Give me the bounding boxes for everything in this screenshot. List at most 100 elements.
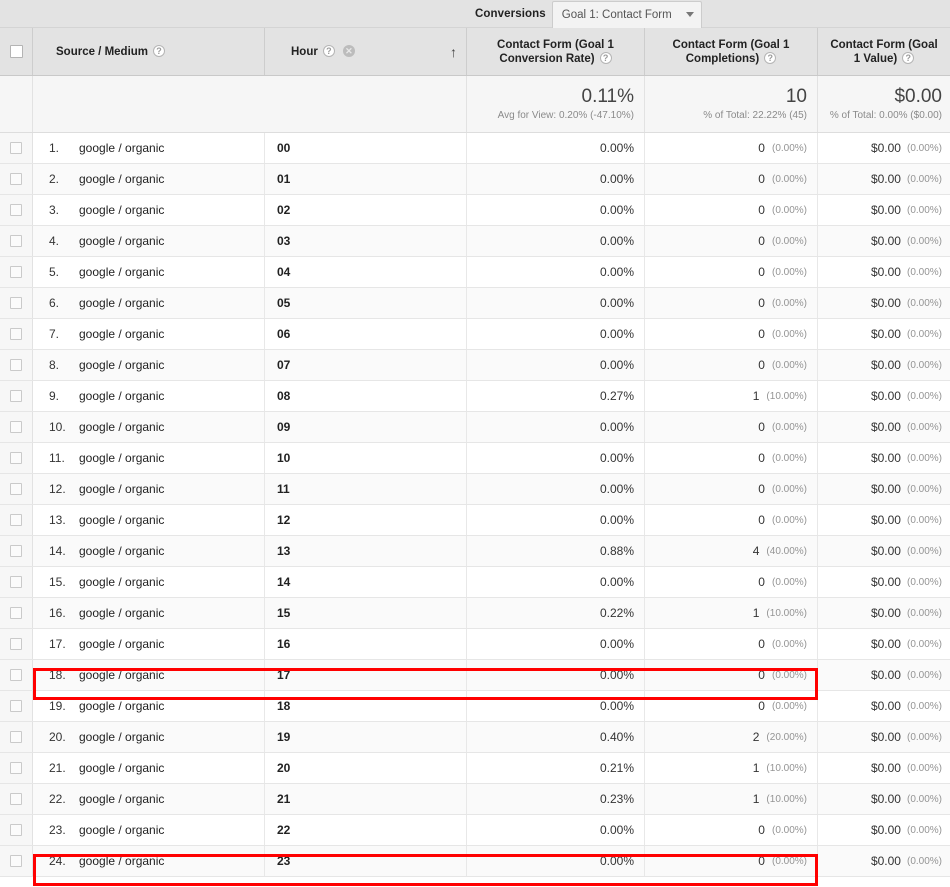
row-checkbox[interactable] bbox=[10, 173, 22, 185]
row-checkbox[interactable] bbox=[10, 855, 22, 867]
row-hour[interactable]: 08 bbox=[277, 389, 290, 403]
row-checkbox-cell[interactable] bbox=[0, 567, 33, 597]
row-hour[interactable]: 03 bbox=[277, 234, 290, 248]
row-hour[interactable]: 02 bbox=[277, 203, 290, 217]
column-header-source-medium[interactable]: Source / Medium? bbox=[33, 28, 265, 75]
row-hour[interactable]: 18 bbox=[277, 699, 290, 713]
table-row[interactable]: 4. google / organic 03 0.00% 0 (0.00%) $0.00 (0… bbox=[0, 226, 950, 257]
table-row[interactable]: 22. google / organic 21 0.23% 1 (10.00%) $0.00… bbox=[0, 784, 950, 815]
row-checkbox[interactable] bbox=[10, 576, 22, 588]
table-row[interactable]: 5. google / organic 04 0.00% 0 (0.00%) $0.00 (0… bbox=[0, 257, 950, 288]
row-checkbox[interactable] bbox=[10, 421, 22, 433]
select-all-checkbox[interactable] bbox=[9, 45, 23, 58]
row-checkbox[interactable] bbox=[10, 638, 22, 650]
row-checkbox-cell[interactable] bbox=[0, 288, 33, 318]
row-source-medium[interactable]: google / organic bbox=[79, 389, 164, 403]
help-icon[interactable]: ? bbox=[764, 51, 777, 64]
row-source-medium[interactable]: google / organic bbox=[79, 172, 164, 186]
row-hour[interactable]: 21 bbox=[277, 792, 290, 806]
row-source-medium[interactable]: google / organic bbox=[79, 420, 164, 434]
row-checkbox-cell[interactable] bbox=[0, 722, 33, 752]
row-source-medium[interactable]: google / organic bbox=[79, 854, 164, 868]
row-source-medium[interactable]: google / organic bbox=[79, 575, 164, 589]
table-row[interactable]: 6. google / organic 05 0.00% 0 (0.00%) $0.00 (0… bbox=[0, 288, 950, 319]
row-checkbox[interactable] bbox=[10, 266, 22, 278]
row-hour[interactable]: 12 bbox=[277, 513, 290, 527]
table-row[interactable]: 10. google / organic 09 0.00% 0 (0.00%) $0.00 (… bbox=[0, 412, 950, 443]
table-row[interactable]: 2. google / organic 01 0.00% 0 (0.00%) $0.00 (0… bbox=[0, 164, 950, 195]
row-checkbox[interactable] bbox=[10, 607, 22, 619]
row-source-medium[interactable]: google / organic bbox=[79, 544, 164, 558]
table-row[interactable]: 17. google / organic 16 0.00% 0 (0.00%) $0.00 (… bbox=[0, 629, 950, 660]
help-icon[interactable]: ? bbox=[902, 51, 915, 64]
row-source-medium[interactable]: google / organic bbox=[79, 730, 164, 744]
table-row[interactable]: 12. google / organic 11 0.00% 0 (0.00%) $0.00 (… bbox=[0, 474, 950, 505]
row-checkbox[interactable] bbox=[10, 545, 22, 557]
row-checkbox-cell[interactable] bbox=[0, 784, 33, 814]
help-icon[interactable]: ? bbox=[153, 44, 166, 57]
row-checkbox[interactable] bbox=[10, 297, 22, 309]
row-source-medium[interactable]: google / organic bbox=[79, 451, 164, 465]
row-checkbox-cell[interactable] bbox=[0, 319, 33, 349]
row-checkbox-cell[interactable] bbox=[0, 195, 33, 225]
row-hour[interactable]: 09 bbox=[277, 420, 290, 434]
row-checkbox-cell[interactable] bbox=[0, 443, 33, 473]
remove-dimension-icon[interactable]: ✕ bbox=[342, 44, 355, 57]
row-source-medium[interactable]: google / organic bbox=[79, 606, 164, 620]
table-row[interactable]: 19. google / organic 18 0.00% 0 (0.00%) $0.00 (… bbox=[0, 691, 950, 722]
row-checkbox-cell[interactable] bbox=[0, 164, 33, 194]
row-checkbox-cell[interactable] bbox=[0, 133, 33, 163]
column-header-completions[interactable]: Contact Form (Goal 1 Completions)? bbox=[645, 28, 818, 75]
row-checkbox-cell[interactable] bbox=[0, 474, 33, 504]
row-hour[interactable]: 00 bbox=[277, 141, 290, 155]
row-hour[interactable]: 07 bbox=[277, 358, 290, 372]
row-checkbox[interactable] bbox=[10, 514, 22, 526]
row-hour[interactable]: 01 bbox=[277, 172, 290, 186]
row-checkbox-cell[interactable] bbox=[0, 691, 33, 721]
row-checkbox[interactable] bbox=[10, 204, 22, 216]
column-header-conversion-rate[interactable]: Contact Form (Goal 1 Conversion Rate)? bbox=[467, 28, 645, 75]
table-row[interactable]: 18. google / organic 17 0.00% 0 (0.00%) $0.00 (… bbox=[0, 660, 950, 691]
row-hour[interactable]: 16 bbox=[277, 637, 290, 651]
row-source-medium[interactable]: google / organic bbox=[79, 327, 164, 341]
row-checkbox[interactable] bbox=[10, 452, 22, 464]
row-hour[interactable]: 10 bbox=[277, 451, 290, 465]
table-row[interactable]: 8. google / organic 07 0.00% 0 (0.00%) $0.00 (0… bbox=[0, 350, 950, 381]
row-hour[interactable]: 11 bbox=[277, 482, 290, 496]
row-hour[interactable]: 22 bbox=[277, 823, 290, 837]
row-source-medium[interactable]: google / organic bbox=[79, 513, 164, 527]
row-checkbox[interactable] bbox=[10, 142, 22, 154]
row-hour[interactable]: 23 bbox=[277, 854, 290, 868]
row-checkbox-cell[interactable] bbox=[0, 536, 33, 566]
row-hour[interactable]: 15 bbox=[277, 606, 290, 620]
row-checkbox-cell[interactable] bbox=[0, 412, 33, 442]
row-checkbox[interactable] bbox=[10, 235, 22, 247]
table-row[interactable]: 7. google / organic 06 0.00% 0 (0.00%) $0.00 (0… bbox=[0, 319, 950, 350]
table-row[interactable]: 3. google / organic 02 0.00% 0 (0.00%) $0.00 (0… bbox=[0, 195, 950, 226]
column-header-goal-value[interactable]: Contact Form (Goal 1 Value)? bbox=[818, 28, 950, 75]
row-checkbox[interactable] bbox=[10, 793, 22, 805]
row-checkbox[interactable] bbox=[10, 328, 22, 340]
row-checkbox-cell[interactable] bbox=[0, 226, 33, 256]
table-row[interactable]: 11. google / organic 10 0.00% 0 (0.00%) $0.00 (… bbox=[0, 443, 950, 474]
row-source-medium[interactable]: google / organic bbox=[79, 203, 164, 217]
table-row[interactable]: 14. google / organic 13 0.88% 4 (40.00%) $0.00… bbox=[0, 536, 950, 567]
row-source-medium[interactable]: google / organic bbox=[79, 358, 164, 372]
table-row[interactable]: 1. google / organic 00 0.00% 0 (0.00%) $0.00 (0… bbox=[0, 133, 950, 164]
row-checkbox-cell[interactable] bbox=[0, 257, 33, 287]
row-source-medium[interactable]: google / organic bbox=[79, 234, 164, 248]
row-checkbox[interactable] bbox=[10, 390, 22, 402]
help-icon[interactable]: ? bbox=[322, 44, 335, 57]
row-checkbox[interactable] bbox=[10, 824, 22, 836]
row-checkbox-cell[interactable] bbox=[0, 815, 33, 845]
row-hour[interactable]: 17 bbox=[277, 668, 290, 682]
row-hour[interactable]: 06 bbox=[277, 327, 290, 341]
goal-select-dropdown[interactable]: Goal 1: Contact Form bbox=[551, 0, 702, 28]
row-source-medium[interactable]: google / organic bbox=[79, 761, 164, 775]
row-source-medium[interactable]: google / organic bbox=[79, 265, 164, 279]
row-hour[interactable]: 14 bbox=[277, 575, 290, 589]
select-all-checkbox-cell[interactable] bbox=[0, 28, 33, 75]
row-hour[interactable]: 13 bbox=[277, 544, 290, 558]
row-checkbox[interactable] bbox=[10, 731, 22, 743]
row-checkbox-cell[interactable] bbox=[0, 381, 33, 411]
